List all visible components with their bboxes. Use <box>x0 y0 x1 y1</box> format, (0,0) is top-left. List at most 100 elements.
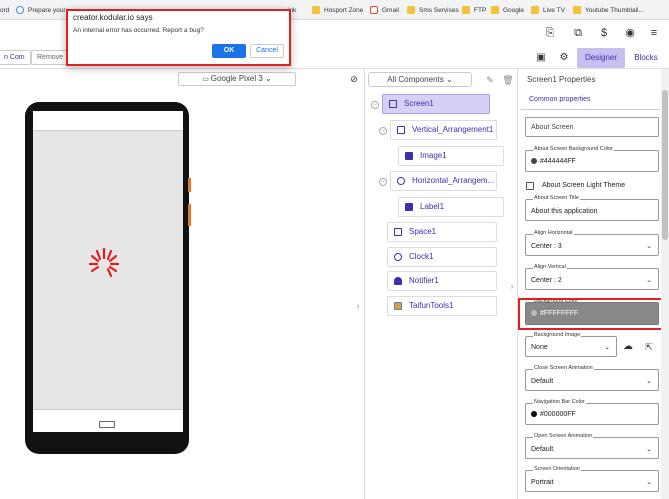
folder-icon <box>312 6 320 14</box>
tree-node-label1[interactable]: Label1 <box>398 197 504 217</box>
ok-button[interactable]: OK <box>212 44 246 58</box>
bookmark-8[interactable]: Live TV <box>531 0 565 19</box>
collapse-toggle[interactable]: − <box>379 127 387 135</box>
folder-icon <box>531 6 539 14</box>
chevron-down-icon: ⌄ <box>646 277 652 284</box>
tab-blocks[interactable]: Blocks <box>627 48 665 68</box>
tree-node-screen1[interactable]: Screen1 <box>382 94 490 114</box>
field-label: Open Screen Animation <box>533 433 594 439</box>
account-icon[interactable]: ◉ <box>624 27 636 39</box>
phone-side-button <box>188 178 191 192</box>
common-properties-link[interactable]: Common properties <box>529 96 590 103</box>
about-screen-title-field[interactable]: About Screen Title About this applicatio… <box>525 195 659 221</box>
bookmark-3[interactable]: Hosport Zone <box>312 0 364 19</box>
edit-icon[interactable]: ✎ <box>484 74 496 86</box>
clock-icon <box>394 253 402 261</box>
align-horizontal-select[interactable]: Align Horizontal Center : 3 ⌄ <box>525 230 659 256</box>
field-label: Close Screen Animation <box>533 365 594 371</box>
phone-icon: ▭ <box>202 76 211 83</box>
cancel-button[interactable]: Cancel <box>250 44 284 58</box>
image-icon <box>405 152 413 160</box>
properties-title: Screen1 Properties <box>527 75 596 84</box>
bookmark-0[interactable]: ord <box>0 0 9 19</box>
space-icon <box>394 228 402 236</box>
about-screen-placeholder: About Screen <box>531 124 574 131</box>
light-theme-label: About Screen Light Theme <box>542 182 626 189</box>
node-label: Space1 <box>409 227 437 236</box>
bookmark-5[interactable]: Sms Servises <box>407 0 459 19</box>
screen-orientation-select[interactable]: Screen Orientation Portrait ⌄ <box>525 466 659 492</box>
field-value: None <box>531 344 548 351</box>
chevron-right-icon[interactable]: › <box>506 280 518 292</box>
open-external-icon[interactable]: ⇱ <box>643 341 655 353</box>
tree-node-image1[interactable]: Image1 <box>398 146 504 166</box>
device-select[interactable]: ▭ Google Pixel 3 ⌄ <box>178 72 296 86</box>
tree-node-clock1[interactable]: Clock1 <box>387 247 497 267</box>
field-value: Center : 2 <box>531 277 562 284</box>
chevron-down-icon: ⌄ <box>443 75 453 84</box>
label-icon <box>405 203 413 211</box>
field-value: #000000FF <box>540 411 576 418</box>
chevron-down-icon: ⌄ <box>646 446 652 453</box>
bookmark-7[interactable]: Google <box>491 0 524 19</box>
light-theme-checkbox[interactable] <box>526 182 534 190</box>
field-value: Default <box>531 446 554 453</box>
horizontal-arrangement-icon <box>397 177 405 185</box>
gmail-icon <box>370 6 378 14</box>
bookmark-6[interactable]: FTP <box>462 0 487 19</box>
add-screen-button[interactable]: n Com <box>0 50 31 65</box>
field-value: About this application <box>531 208 598 215</box>
tree-node-taifuntools1[interactable]: TaifunTools1 <box>387 296 497 316</box>
bookmark-label: Youtube Thumblail... <box>585 6 644 14</box>
visibility-off-icon[interactable]: ⊘ <box>348 73 360 85</box>
bookmark-label: Gmail <box>382 6 399 14</box>
gear-icon[interactable]: ⚙ <box>558 52 570 64</box>
menu-icon[interactable]: ≡ <box>648 27 660 39</box>
bookmark-label: Hosport Zone <box>324 6 364 14</box>
tree-node-space1[interactable]: Space1 <box>387 222 497 242</box>
bookmark-label: FTP <box>474 6 487 14</box>
bookmark-9[interactable]: Youtube Thumblail... <box>573 0 644 19</box>
bookmark-1[interactable]: Prepare your <box>16 0 66 19</box>
chevron-down-icon: ⌄ <box>262 74 272 83</box>
bookmark-label: Sms Servises <box>419 6 459 14</box>
tree-node-notifier1[interactable]: Notifier1 <box>387 271 497 291</box>
upload-icon[interactable]: ☁ <box>622 341 634 353</box>
divider <box>521 109 660 110</box>
export-icon[interactable]: ⎘ <box>544 27 556 39</box>
node-label: Vertical_Arrangement1 <box>412 125 494 134</box>
taifun-tools-icon <box>394 302 402 310</box>
vertical-arrangement-icon <box>397 126 405 134</box>
bookmark-4[interactable]: Gmail <box>370 0 399 19</box>
collapse-toggle[interactable]: − <box>379 178 387 186</box>
tree-node-vertical-arrangement1[interactable]: Vertical_Arrangement1 <box>390 120 497 140</box>
field-value: Portrait <box>531 479 554 486</box>
background-image-select[interactable]: Background Image None ⌄ <box>525 332 617 357</box>
copy-icon[interactable]: ⧉ <box>572 27 584 39</box>
chevron-right-icon[interactable]: › <box>352 300 364 312</box>
phone-status-area <box>33 111 183 130</box>
collapse-toggle[interactable]: − <box>371 101 379 109</box>
align-vertical-select[interactable]: Align Vertical Center : 2 ⌄ <box>525 264 659 290</box>
loading-spinner-icon <box>88 247 120 278</box>
google-icon <box>16 6 24 14</box>
home-button-icon <box>99 421 115 428</box>
open-screen-animation-select[interactable]: Open Screen Animation Default ⌄ <box>525 433 659 459</box>
layers-icon[interactable]: ▣ <box>535 52 547 64</box>
chevron-down-icon: ⌄ <box>646 378 652 385</box>
field-label: Screen Orientation <box>533 466 581 472</box>
components-filter[interactable]: All Components ⌄ <box>368 72 472 87</box>
remove-screen-button[interactable]: Remove <box>31 50 70 65</box>
about-screen-textarea[interactable]: About Screen <box>525 117 659 137</box>
node-label: Clock1 <box>409 252 434 261</box>
about-screen-bg-color-field[interactable]: About Screen Background Color #444444FF <box>525 146 659 172</box>
dollar-icon[interactable]: $ <box>598 27 610 39</box>
navigation-bar-color-field[interactable]: Navigation Bar Color #000000FF <box>525 399 659 425</box>
tab-designer[interactable]: Designer <box>577 48 625 68</box>
delete-icon[interactable]: 🗑 <box>502 74 514 86</box>
scrollbar-thumb[interactable] <box>662 90 668 240</box>
device-label: Google Pixel 3 <box>210 74 263 83</box>
field-label: About Screen Title <box>533 195 580 201</box>
close-screen-animation-select[interactable]: Close Screen Animation Default ⌄ <box>525 365 659 391</box>
tree-node-horizontal-arrangement[interactable]: Horizontal_Arrangem... <box>390 171 497 191</box>
